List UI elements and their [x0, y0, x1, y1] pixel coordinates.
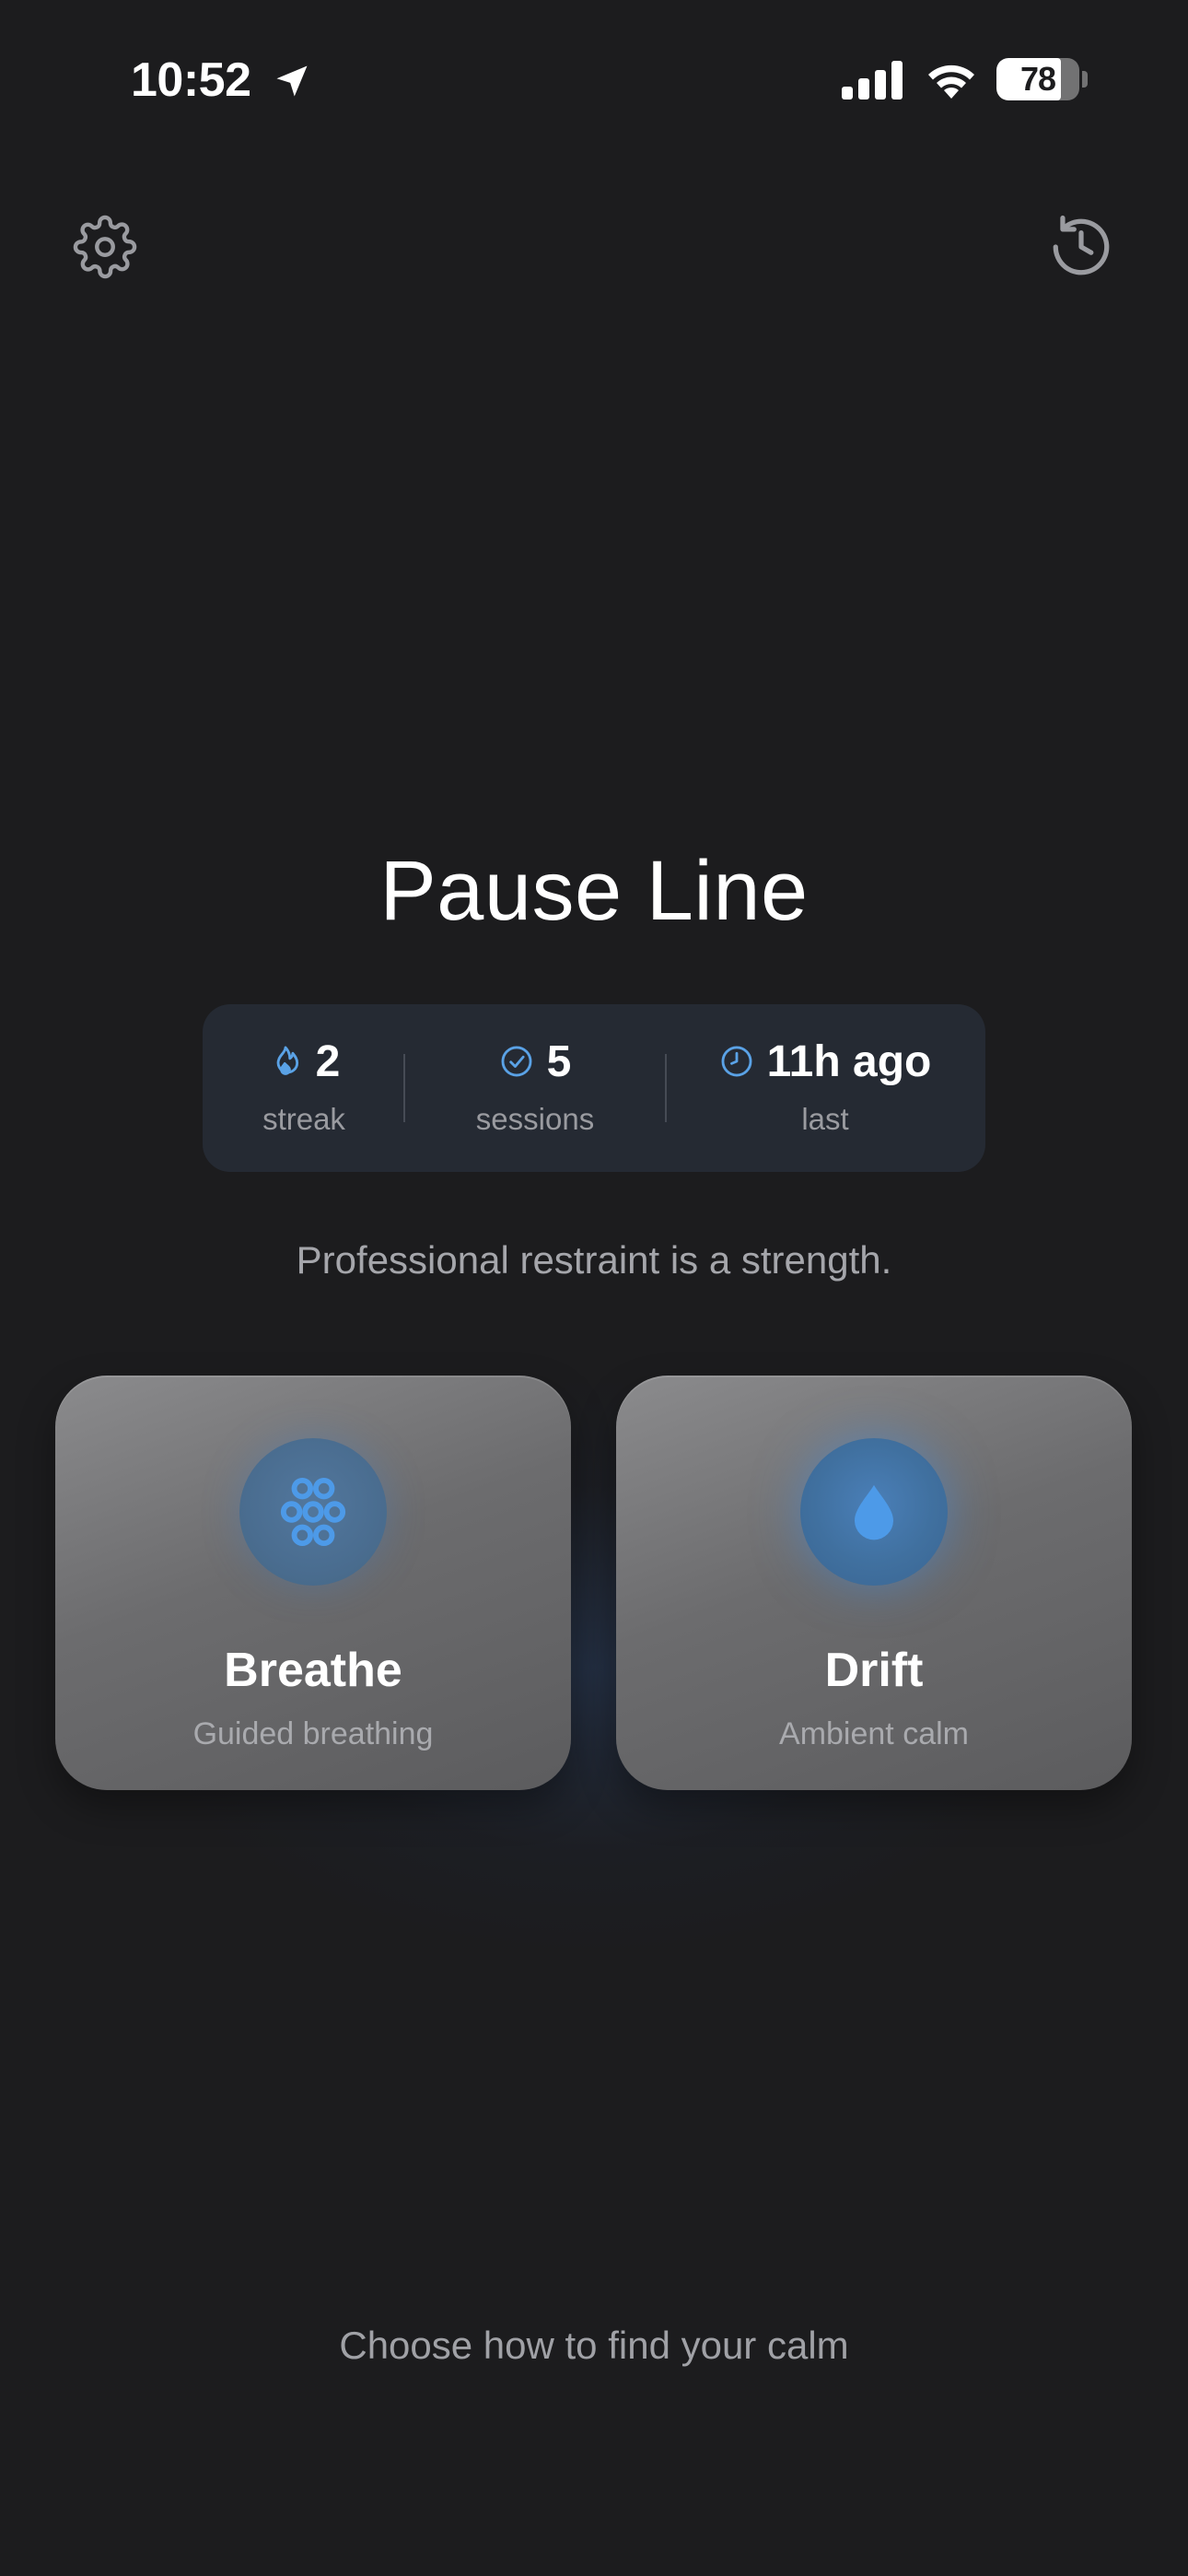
stat-sessions: 5 sessions	[405, 1004, 665, 1172]
last-value: 11h ago	[766, 1036, 932, 1086]
sessions-value: 5	[546, 1036, 572, 1086]
cellular-signal-icon	[842, 61, 903, 100]
stat-streak: 2 streak	[203, 1004, 405, 1172]
drift-icon-circle	[800, 1438, 948, 1586]
last-label: last	[801, 1102, 849, 1136]
gear-icon	[73, 215, 137, 279]
flame-icon	[276, 1046, 298, 1075]
history-clock-icon	[1053, 215, 1110, 275]
stats-card: 2 streak 5 sessions 11h ago last	[203, 1004, 985, 1172]
battery-level: 78	[1019, 60, 1056, 98]
battery-cap	[1082, 71, 1088, 88]
breathe-card[interactable]: Breathe Guided breathing	[55, 1376, 571, 1790]
drift-card[interactable]: Drift Ambient calm	[616, 1376, 1132, 1790]
breathe-title: Breathe	[224, 1644, 402, 1697]
wifi-icon	[928, 64, 974, 99]
breathe-icon-circle	[239, 1438, 387, 1586]
streak-value: 2	[315, 1036, 341, 1086]
stat-last: 11h ago last	[665, 1004, 985, 1172]
history-button[interactable]	[1042, 208, 1120, 286]
clock-icon	[721, 1046, 752, 1077]
footer-hint: Choose how to find your calm	[339, 2324, 849, 2367]
status-time: 10:52	[131, 53, 251, 107]
settings-button[interactable]	[66, 208, 144, 286]
app-title: Pause Line	[379, 844, 809, 938]
checkmark-circle-icon	[501, 1046, 532, 1077]
battery-icon: 78	[996, 58, 1079, 100]
flower-dots-icon	[280, 1477, 346, 1547]
sessions-label: sessions	[475, 1102, 595, 1136]
location-arrow-icon	[276, 65, 308, 97]
motto-text: Professional restraint is a strength.	[296, 1238, 892, 1282]
drift-title: Drift	[824, 1644, 924, 1697]
drift-subtitle: Ambient calm	[779, 1716, 969, 1751]
water-drop-icon	[855, 1484, 893, 1540]
breathe-subtitle: Guided breathing	[192, 1716, 434, 1751]
streak-label: streak	[262, 1102, 345, 1136]
